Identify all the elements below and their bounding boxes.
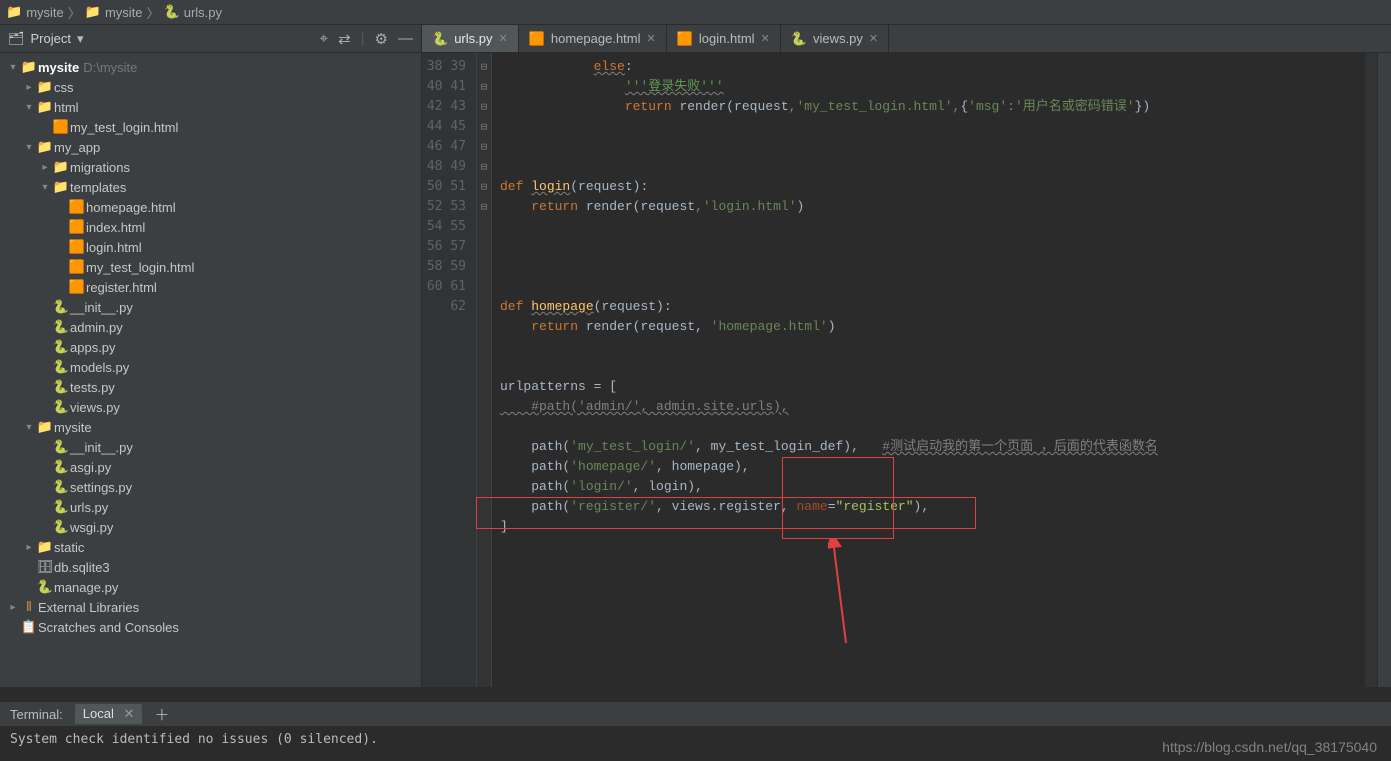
tree-folder-templates[interactable]: ▾📁templates bbox=[0, 177, 421, 197]
line-gutter: 38 39 40 41 42 43 44 45 46 47 48 49 50 5… bbox=[422, 53, 477, 687]
gear-icon[interactable]: ⚙ bbox=[375, 30, 388, 48]
folder-icon: 📁 bbox=[6, 4, 22, 20]
project-tree[interactable]: ▾📁 mysite D:\mysite ▸📁css ▾📁html 🟧my_tes… bbox=[0, 53, 421, 687]
tree-file-tests[interactable]: 🐍tests.py bbox=[0, 377, 421, 397]
tree-file-models[interactable]: 🐍models.py bbox=[0, 357, 421, 377]
tree-root-label: mysite bbox=[38, 60, 79, 75]
python-file-icon: 🐍 bbox=[36, 579, 54, 595]
python-file-icon: 🐍 bbox=[52, 499, 70, 515]
project-tool-window: 🗂 Project ▾ ⌖ ⇄ | ⚙ — ▾📁 mysite D:\mysit… bbox=[0, 25, 422, 687]
tree-root[interactable]: ▾📁 mysite D:\mysite bbox=[0, 57, 421, 77]
code-editor[interactable]: 38 39 40 41 42 43 44 45 46 47 48 49 50 5… bbox=[422, 53, 1391, 687]
tree-file-asgi[interactable]: 🐍asgi.py bbox=[0, 457, 421, 477]
chevron-right-icon: 〉 bbox=[147, 3, 160, 22]
close-icon[interactable]: ✕ bbox=[647, 32, 656, 45]
breadcrumb-file-label: urls.py bbox=[184, 5, 222, 20]
tree-file-wsgi[interactable]: 🐍wsgi.py bbox=[0, 517, 421, 537]
folder-icon: 📁 bbox=[85, 4, 101, 20]
tree-file-urls[interactable]: 🐍urls.py bbox=[0, 497, 421, 517]
tab-views[interactable]: 🐍 views.py ✕ bbox=[781, 25, 889, 52]
python-file-icon: 🐍 bbox=[52, 339, 70, 355]
tab-homepage[interactable]: 🟧 homepage.html ✕ bbox=[519, 25, 667, 52]
breadcrumb-root-label: mysite bbox=[26, 5, 64, 20]
close-icon[interactable]: ✕ bbox=[761, 32, 770, 45]
chevron-right-icon: 〉 bbox=[68, 3, 81, 22]
python-file-icon: 🐍 bbox=[52, 479, 70, 495]
python-file-icon: 🐍 bbox=[52, 439, 70, 455]
tree-file-init2[interactable]: 🐍__init__.py bbox=[0, 437, 421, 457]
tree-folder-mysite[interactable]: ▾📁mysite bbox=[0, 417, 421, 437]
html-file-icon: 🟧 bbox=[677, 31, 693, 47]
tree-root-path: D:\mysite bbox=[83, 60, 137, 75]
breadcrumb-root[interactable]: 📁 mysite bbox=[6, 4, 64, 20]
tree-file-register[interactable]: 🟧register.html bbox=[0, 277, 421, 297]
python-file-icon: 🐍 bbox=[791, 31, 807, 47]
python-file-icon: 🐍 bbox=[52, 319, 70, 335]
html-file-icon: 🟧 bbox=[529, 31, 545, 47]
tree-file-admin[interactable]: 🐍admin.py bbox=[0, 317, 421, 337]
expand-icon[interactable]: ⇄ bbox=[338, 30, 351, 48]
breadcrumb-file[interactable]: 🐍 urls.py bbox=[164, 4, 222, 20]
tree-file-init[interactable]: 🐍__init__.py bbox=[0, 297, 421, 317]
tree-file-login[interactable]: 🟧login.html bbox=[0, 237, 421, 257]
html-file-icon: 🟧 bbox=[68, 279, 86, 295]
right-gutter bbox=[1377, 53, 1391, 687]
close-icon[interactable]: ✕ bbox=[498, 32, 507, 45]
breadcrumb: 📁 mysite 〉 📁 mysite 〉 🐍 urls.py bbox=[0, 0, 1391, 25]
python-file-icon: 🐍 bbox=[432, 31, 448, 47]
tree-file-index[interactable]: 🟧index.html bbox=[0, 217, 421, 237]
locate-icon[interactable]: ⌖ bbox=[320, 30, 328, 47]
tab-login[interactable]: 🟧 login.html ✕ bbox=[667, 25, 781, 52]
python-file-icon: 🐍 bbox=[52, 379, 70, 395]
breadcrumb-mid[interactable]: 📁 mysite bbox=[85, 4, 143, 20]
tree-folder-migrations[interactable]: ▸📁migrations bbox=[0, 157, 421, 177]
tree-file-settings[interactable]: 🐍settings.py bbox=[0, 477, 421, 497]
database-icon: 🗄 bbox=[36, 559, 54, 575]
minimize-icon[interactable]: — bbox=[398, 30, 413, 47]
fold-gutter[interactable]: ⊟ ⊟ ⊟ ⊟ ⊟ ⊟ ⊟ ⊟ bbox=[477, 53, 492, 687]
python-file-icon: 🐍 bbox=[52, 399, 70, 415]
tree-scratches[interactable]: 📋Scratches and Consoles bbox=[0, 617, 421, 637]
tree-file-db[interactable]: 🗄db.sqlite3 bbox=[0, 557, 421, 577]
add-terminal-button[interactable]: ＋ bbox=[154, 704, 169, 725]
tree-folder-html[interactable]: ▾📁html bbox=[0, 97, 421, 117]
tab-urls[interactable]: 🐍 urls.py ✕ bbox=[422, 25, 519, 52]
html-file-icon: 🟧 bbox=[68, 199, 86, 215]
tree-file-apps[interactable]: 🐍apps.py bbox=[0, 337, 421, 357]
close-icon[interactable]: ✕ bbox=[869, 32, 878, 45]
html-file-icon: 🟧 bbox=[68, 219, 86, 235]
tree-file-views[interactable]: 🐍views.py bbox=[0, 397, 421, 417]
python-file-icon: 🐍 bbox=[52, 459, 70, 475]
tree-file-mytestlogin2[interactable]: 🟧my_test_login.html bbox=[0, 257, 421, 277]
tree-folder-myapp[interactable]: ▾📁my_app bbox=[0, 137, 421, 157]
tree-folder-css[interactable]: ▸📁css bbox=[0, 77, 421, 97]
chevron-down-icon[interactable]: ▾ bbox=[77, 31, 84, 47]
tree-external-libs[interactable]: ▸⫴External Libraries bbox=[0, 597, 421, 617]
library-icon: ⫴ bbox=[20, 599, 38, 615]
close-icon[interactable]: ✕ bbox=[123, 706, 134, 721]
python-file-icon: 🐍 bbox=[52, 359, 70, 375]
html-file-icon: 🟧 bbox=[68, 239, 86, 255]
breadcrumb-mid-label: mysite bbox=[105, 5, 143, 20]
python-file-icon: 🐍 bbox=[164, 4, 180, 20]
scratch-icon: 📋 bbox=[20, 619, 38, 635]
python-file-icon: 🐍 bbox=[52, 519, 70, 535]
html-file-icon: 🟧 bbox=[52, 119, 70, 135]
tree-file-mytestlogin[interactable]: 🟧my_test_login.html bbox=[0, 117, 421, 137]
tree-folder-static[interactable]: ▸📁static bbox=[0, 537, 421, 557]
project-title[interactable]: Project bbox=[31, 31, 71, 46]
python-file-icon: 🐍 bbox=[52, 299, 70, 315]
terminal-header: Terminal: Local ✕ ＋ bbox=[0, 701, 1391, 726]
html-file-icon: 🟧 bbox=[68, 259, 86, 275]
editor-tabs: 🐍 urls.py ✕ 🟧 homepage.html ✕ 🟧 login.ht… bbox=[422, 25, 1391, 53]
code-content[interactable]: else: '''登录失败''' return render(request,'… bbox=[492, 53, 1391, 687]
editor-scrollbar[interactable] bbox=[1365, 53, 1377, 687]
tree-file-manage[interactable]: 🐍manage.py bbox=[0, 577, 421, 597]
terminal-tab-local[interactable]: Local ✕ bbox=[75, 704, 143, 724]
tree-file-homepage[interactable]: 🟧homepage.html bbox=[0, 197, 421, 217]
project-combo-icon: 🗂 bbox=[8, 31, 25, 47]
watermark: https://blog.csdn.net/qq_38175040 bbox=[1162, 739, 1377, 755]
terminal-label: Terminal: bbox=[10, 707, 63, 722]
